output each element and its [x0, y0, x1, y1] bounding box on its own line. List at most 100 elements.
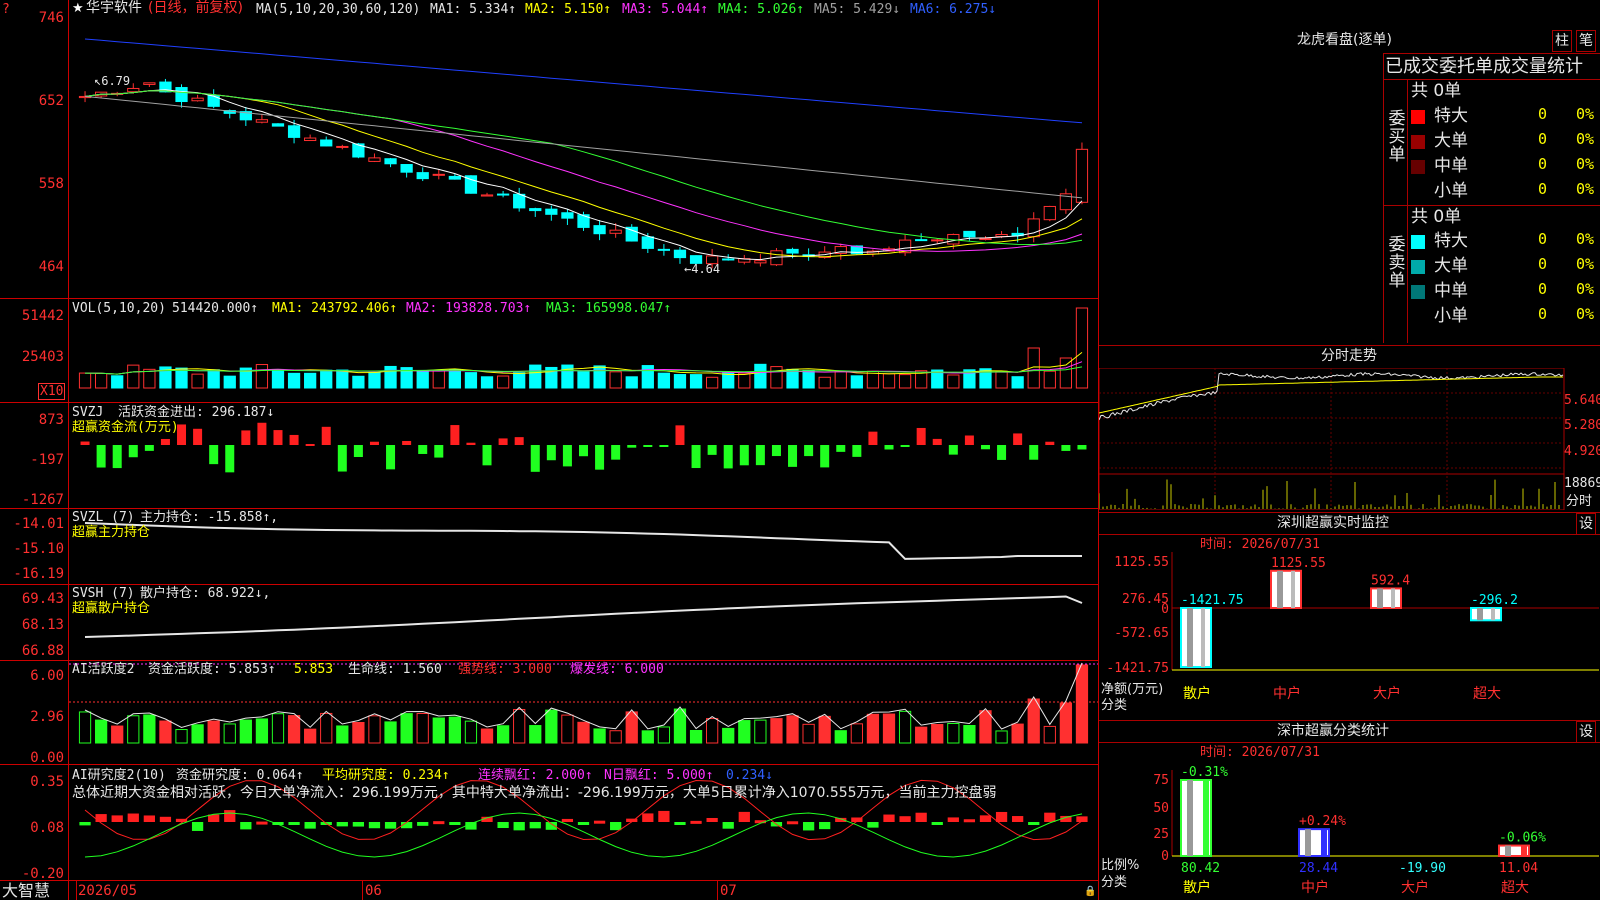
svsh-value: 散户持仓: 68.922↓,: [140, 586, 271, 601]
activity-bar: [931, 723, 944, 744]
volume-bar: [320, 369, 333, 389]
activity-bar: [496, 725, 510, 744]
activity-bar: [400, 713, 413, 744]
sz-stats-title: 深市超赢分类统计: [1277, 723, 1389, 739]
bar-mode-button[interactable]: 柱: [1552, 30, 1572, 52]
sell-color-swatch: [1411, 260, 1425, 274]
ai-research-axis-3: -0.20: [21, 866, 64, 882]
svzl-subtitle: 超赢主力持仓: [72, 525, 151, 540]
buy-row-name: 大单: [1434, 131, 1468, 151]
brand-logo[interactable]: 大智慧: [2, 882, 50, 900]
buy-row-name: 特大: [1434, 106, 1468, 126]
sz-monitor-bar: [1470, 607, 1502, 622]
tick-mode-button[interactable]: 笔: [1576, 30, 1596, 52]
fund-flow-bar: [627, 445, 637, 448]
sz-stats-chart[interactable]: 75 50 25 0 -0.31% 80.42 散户 +0.24% 28.44 中户 -19.90 大…: [1099, 760, 1600, 900]
volume-bar: [995, 370, 1008, 389]
period-mode[interactable]: (日线，前复权): [148, 1, 243, 16]
volume-bar: [416, 370, 429, 389]
minute-axis-2: 5.280: [1564, 418, 1600, 433]
fund-flow-bar: [884, 445, 894, 450]
ma2-value: MA2: 5.150↑: [525, 2, 612, 17]
research-bar: [159, 816, 172, 822]
buy-row-qty: 0: [1538, 130, 1548, 148]
fund-flow-bar: [369, 441, 379, 445]
fund-flow-bar: [611, 445, 621, 460]
sz-monitor-bar-shade: [1277, 570, 1283, 608]
ai-research-p1: 资金研究度: 0.064↑: [176, 768, 304, 783]
kline-chart[interactable]: [69, 0, 1098, 298]
sz-monitor-chart[interactable]: 1125.55276.450-572.65-1421.75-1421.75散户1…: [1099, 552, 1600, 718]
activity-bar: [738, 720, 751, 744]
activity-bar: [722, 727, 735, 744]
research-bar: [561, 818, 574, 822]
sz-monitor-settings-button[interactable]: 设: [1576, 513, 1596, 535]
activity-bar: [223, 723, 236, 744]
sz-stats-bar-value: 80.42: [1181, 861, 1220, 876]
volume-bar: [673, 374, 687, 389]
research-bar: [722, 822, 734, 829]
volume-bar: [577, 371, 590, 389]
research-bar: [786, 821, 799, 825]
volume-bar: [641, 365, 654, 389]
vol-axis-1: 51442: [21, 308, 64, 324]
buy-row-name: 小单: [1434, 181, 1468, 201]
sz-stats-settings-button[interactable]: 设: [1576, 721, 1596, 743]
sz-monitor-category: 散户: [1183, 685, 1211, 702]
activity-bar: [947, 722, 960, 744]
buy-row-qty: 0: [1538, 180, 1548, 198]
fund-flow-bar: [514, 437, 524, 445]
activity-bar: [320, 712, 333, 744]
sell-row-name: 小单: [1434, 306, 1468, 326]
sz-monitor-head-line: [1099, 534, 1600, 535]
minute-chart[interactable]: [1099, 368, 1600, 510]
fund-flow-bar: [997, 445, 1007, 460]
volume-bar: [722, 372, 735, 389]
volume-bar: [834, 371, 847, 389]
sz-monitor-axis-label: -572.65: [1114, 626, 1169, 641]
research-bar: [191, 822, 204, 831]
fund-flow-bar: [402, 440, 412, 445]
sz-monitor-bar: [1270, 569, 1302, 609]
fund-flow-bar: [755, 445, 765, 466]
lhb-tab-header[interactable]: 已成交委托单成交量统计: [1385, 56, 1583, 78]
fund-flow-bar: [578, 445, 589, 457]
fund-flow-bar: [353, 445, 363, 458]
research-bar: [304, 822, 316, 829]
fund-flow-bar: [980, 445, 990, 450]
svzj-subtitle: 超赢资金流(万元): [72, 420, 179, 435]
research-bar: [352, 822, 365, 827]
sz-stats-category: 散户: [1183, 879, 1211, 896]
minute-avg-line: [1099, 376, 1563, 414]
buy-color-swatch: [1411, 160, 1425, 174]
activity-bar: [336, 725, 349, 744]
fund-flow-bar: [739, 445, 749, 466]
candle-body: [931, 239, 944, 242]
research-bar: [899, 816, 911, 822]
research-bar: [433, 821, 445, 825]
fund-flow-bar: [450, 425, 460, 445]
candle-body: [304, 137, 317, 142]
fund-flow-bar: [337, 445, 347, 472]
sz-monitor-axis-label: 1125.55: [1114, 555, 1169, 570]
research-bar: [867, 822, 879, 828]
activity-bar: [384, 721, 397, 744]
sz-stats-axis-label: 75: [1153, 773, 1169, 788]
activity-bar: [448, 716, 461, 744]
ai-active-p5: 爆发线: 6.000: [570, 662, 664, 677]
activity-bar: [191, 724, 204, 744]
sz-stats-category: 中户: [1301, 879, 1329, 896]
svzl-axis-1: -14.01: [13, 516, 64, 532]
fund-flow-bar: [1077, 445, 1087, 450]
sz-stats-axis-label: 50: [1153, 801, 1169, 816]
vol-ma2: MA2: 193828.703↑: [406, 301, 532, 316]
buy-total: 共 0单: [1411, 81, 1462, 101]
xaxis-label-jun: 06: [365, 883, 382, 899]
activity-bar: [416, 712, 429, 744]
star-icon[interactable]: ★: [72, 1, 84, 16]
fund-flow-bar: [530, 445, 540, 472]
research-bar: [915, 812, 927, 822]
lock-icon[interactable]: 🔒: [1084, 884, 1096, 899]
ma2-line: [84, 90, 1083, 258]
xaxis-tick-jun: [362, 881, 363, 900]
